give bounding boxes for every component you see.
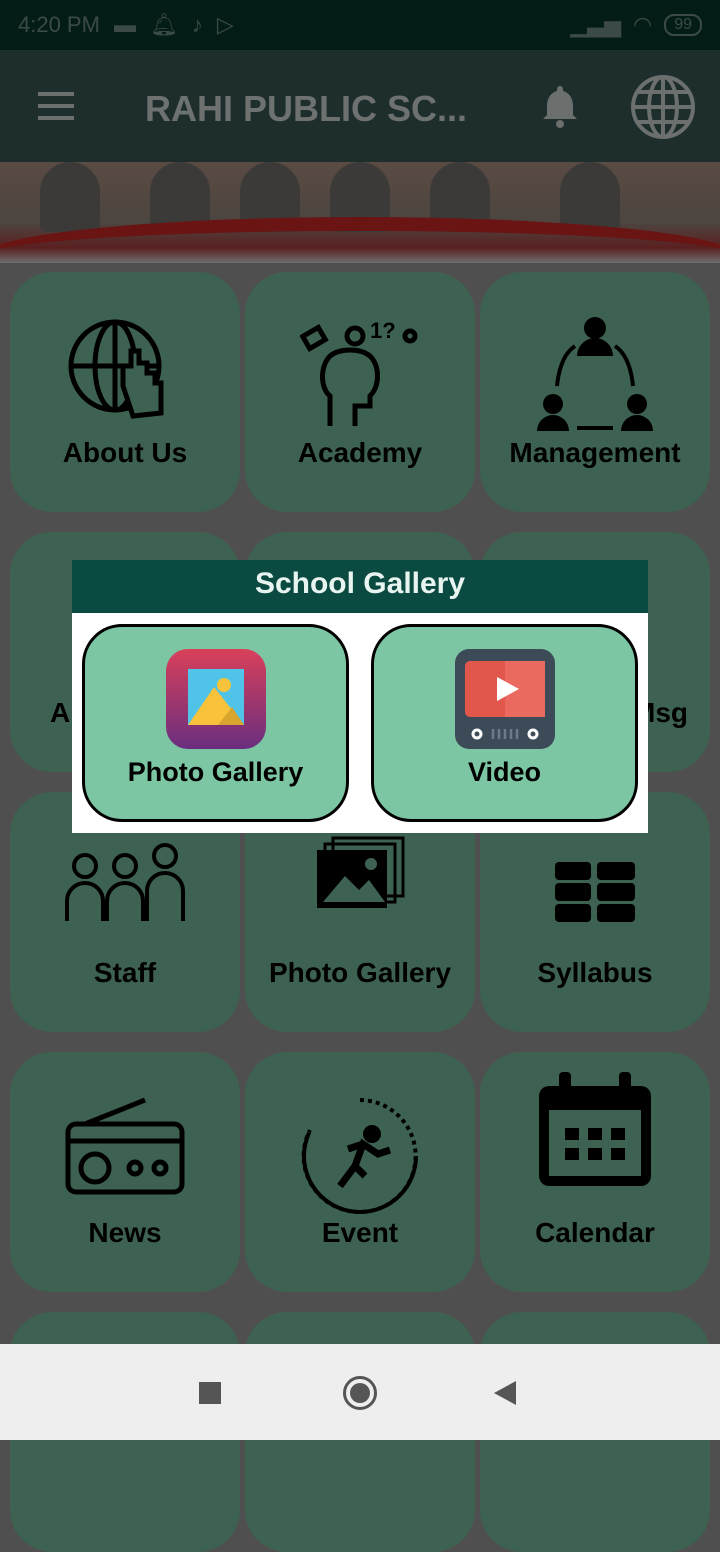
tile-news[interactable]: News bbox=[10, 1052, 240, 1292]
notification-icon: 🔔︎ bbox=[149, 12, 178, 37]
system-nav-bar bbox=[0, 1344, 720, 1440]
wifi-icon: ◠ bbox=[633, 12, 653, 37]
radio-icon bbox=[65, 1097, 185, 1195]
app-title: RAHI PUBLIC SC... bbox=[145, 88, 468, 129]
video-player-icon bbox=[454, 649, 555, 749]
signal-icon: ▁▃▅ bbox=[570, 12, 621, 37]
head-thinking-icon: 1? bbox=[300, 318, 418, 426]
calendar-icon bbox=[539, 1072, 651, 1186]
back-button[interactable] bbox=[494, 1381, 516, 1405]
tile-about-us[interactable]: About Us bbox=[10, 272, 240, 512]
tile-calendar[interactable]: Calendar bbox=[480, 1052, 710, 1292]
globe-icon[interactable] bbox=[630, 74, 696, 140]
tiktok-icon: ♪ bbox=[191, 12, 203, 37]
staff-icon bbox=[65, 843, 185, 921]
video-button[interactable]: Video bbox=[371, 624, 638, 822]
status-time: 4:20 PM bbox=[18, 12, 100, 37]
bell-icon[interactable] bbox=[540, 84, 580, 128]
svg-text:1?: 1? bbox=[370, 318, 396, 343]
status-bar: 4:20 PM ▬ 🔔︎ ♪ ▷ ▁▃▅ ◠ 99 bbox=[0, 0, 720, 50]
dialog-title: School Gallery bbox=[72, 560, 648, 613]
books-icon bbox=[555, 862, 635, 922]
people-network-icon bbox=[537, 317, 653, 431]
app-bar: RAHI PUBLIC SC... bbox=[0, 50, 720, 162]
gallery-icon bbox=[165, 649, 266, 749]
menu-icon[interactable] bbox=[38, 92, 74, 128]
recents-button[interactable] bbox=[199, 1382, 221, 1404]
school-banner bbox=[0, 162, 720, 263]
home-button[interactable] bbox=[343, 1376, 377, 1410]
battery-icon: 99 bbox=[664, 14, 702, 36]
message-icon: ▬ bbox=[113, 12, 136, 37]
school-gallery-dialog: School Gallery Photo Gallery Video bbox=[72, 560, 648, 833]
globe-hand-icon bbox=[68, 319, 164, 419]
tile-management[interactable]: Management bbox=[480, 272, 710, 512]
tile-academy[interactable]: 1? Academy bbox=[245, 272, 475, 512]
photos-icon bbox=[317, 836, 405, 908]
runner-icon bbox=[301, 1098, 418, 1214]
play-store-icon: ▷ bbox=[216, 12, 234, 37]
photo-gallery-button[interactable]: Photo Gallery bbox=[82, 624, 349, 822]
tile-event[interactable]: Event bbox=[245, 1052, 475, 1292]
